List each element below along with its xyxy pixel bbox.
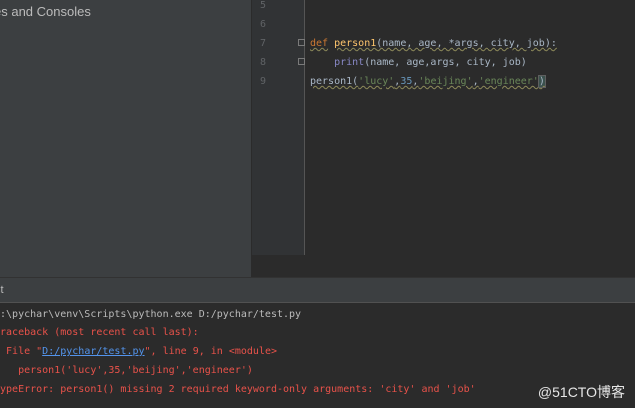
print-args: (name, age,args, city, job) — [364, 57, 527, 68]
editor-bottom-area — [252, 255, 635, 277]
line-number: 9 — [259, 76, 266, 87]
arg-number: 35 — [400, 76, 413, 87]
console-command-line: D:\pychar\venv\Scripts\python.exe D:/pyc… — [0, 309, 302, 320]
call-name: person1( — [310, 76, 359, 87]
arg-string: 'engineer' — [478, 76, 539, 87]
console-error-line: TypeError: person1() missing 2 required … — [0, 384, 476, 395]
code-line-9[interactable]: person1('lucy',35,'beijing','engineer') — [310, 75, 546, 88]
line-number: 8 — [259, 57, 266, 68]
arg-string: 'beijing' — [418, 76, 473, 87]
run-tab-title[interactable]: st — [0, 284, 4, 296]
builtin-print: print — [334, 57, 365, 68]
line-number: 5 — [259, 0, 266, 11]
keyword-def: def — [310, 38, 329, 49]
matched-paren: ) — [537, 75, 546, 88]
code-line-8[interactable]: print(name, age,args, city, job) — [310, 57, 527, 69]
console-file-line: File "D:/pychar/test.py", line 9, in <mo… — [0, 346, 277, 358]
line-number: 7 — [259, 38, 266, 49]
code-line-7[interactable]: def person1(name, age, *args, city, job)… — [310, 38, 557, 50]
fold-minus-icon[interactable] — [298, 39, 305, 46]
run-tool-header[interactable]: st — [0, 277, 635, 303]
project-panel: es and Consoles — [0, 0, 251, 277]
fold-end-icon[interactable] — [298, 58, 305, 65]
file-link[interactable]: D:/pychar/test.py — [42, 346, 144, 357]
file-prefix: File " — [6, 346, 43, 357]
file-suffix: ", line 9, in <module> — [144, 346, 277, 357]
function-params: (name, age, *args, city, job): — [376, 38, 557, 49]
watermark-logo: @51CTO博客 — [537, 384, 625, 400]
line-number: 6 — [259, 19, 266, 30]
console-code-line: person1('lucy',35,'beijing','engineer') — [0, 365, 253, 376]
arg-string: 'lucy' — [358, 76, 395, 87]
scratches-and-consoles-item[interactable]: es and Consoles — [0, 4, 91, 19]
function-name: person1 — [334, 38, 377, 49]
console-traceback-line: Traceback (most recent call last): — [0, 327, 199, 338]
